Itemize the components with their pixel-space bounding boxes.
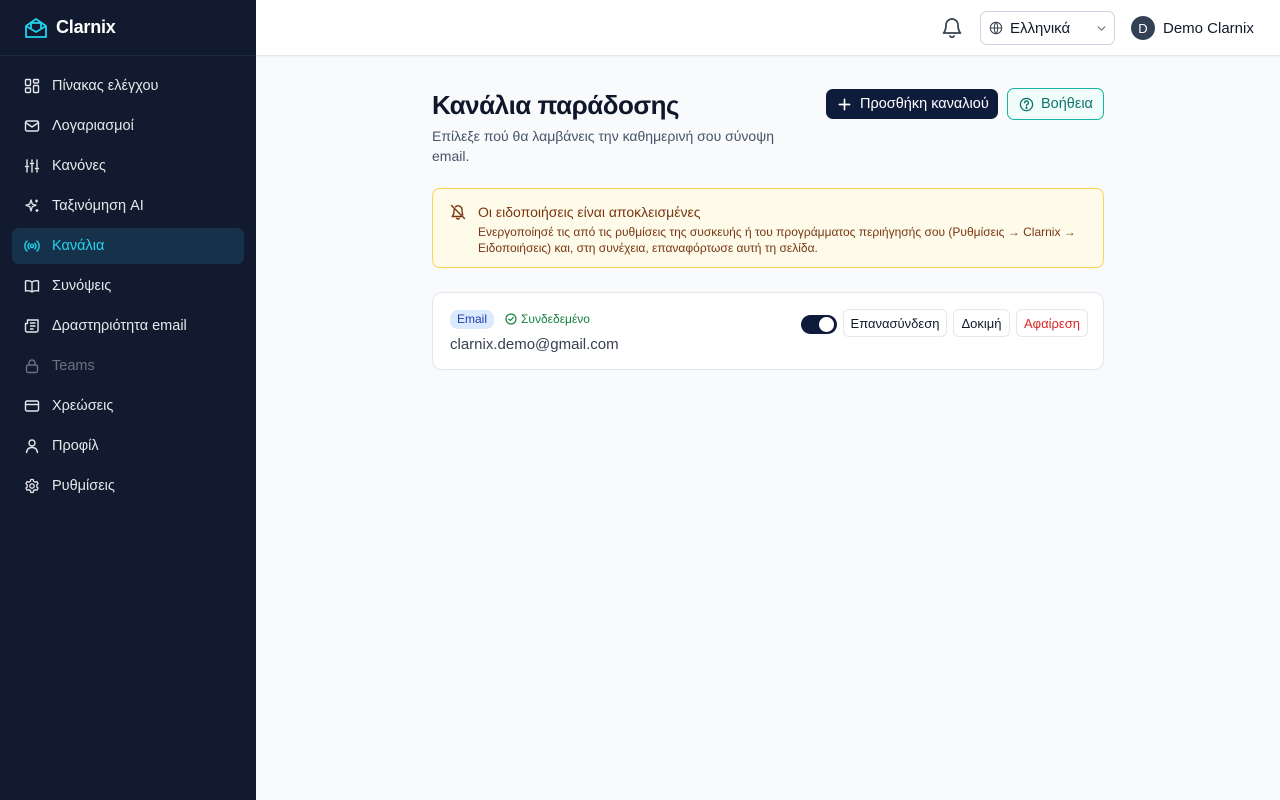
help-button[interactable]: Βοήθεια (1007, 88, 1104, 120)
sidebar-item-dashboard[interactable]: Πίνακας ελέγχου (12, 68, 244, 104)
sidebar: Clarnix Πίνακας ελέγχου Λογαριασμοί Κανό… (0, 0, 256, 800)
reconnect-button[interactable]: Επανασύνδεση (843, 309, 947, 337)
add-channel-button-label: Προσθήκη καναλιού (860, 96, 989, 112)
envelope-logo-icon (25, 17, 47, 38)
status-label: Συνδεδεμένο (521, 312, 590, 326)
channel-card: Email Συνδεδεμένο clarnix.demo@gmail.com… (432, 292, 1104, 370)
sidebar-item-billing[interactable]: Χρεώσεις (12, 388, 244, 424)
sidebar-item-teams[interactable]: Teams (12, 348, 244, 384)
sidebar-item-summaries[interactable]: Συνόψεις (12, 268, 244, 304)
sidebar-item-label: Προφίλ (52, 438, 99, 454)
test-button[interactable]: Δοκιμή (953, 309, 1010, 337)
sidebar-item-label: Δραστηριότητα email (52, 318, 187, 334)
sidebar-item-profile[interactable]: Προφίλ (12, 428, 244, 464)
avatar: D (1131, 16, 1155, 40)
sidebar-item-label: Χρεώσεις (52, 398, 114, 414)
bell-icon[interactable] (940, 16, 964, 40)
brand[interactable]: Clarnix (0, 0, 256, 56)
radio-icon (24, 240, 40, 252)
globe-icon (989, 21, 1003, 35)
user-name: Demo Clarnix (1163, 19, 1254, 37)
plus-icon (838, 98, 851, 110)
alert-title: Οι ειδοποιήσεις είναι αποκλεισμένες (478, 204, 701, 220)
language-select[interactable]: Ελληνικά (980, 11, 1115, 45)
sidebar-item-label: Λογαριασμοί (52, 118, 134, 134)
check-circle-icon (505, 313, 517, 325)
add-channel-button[interactable]: Προσθήκη καναλιού (826, 89, 998, 119)
sidebar-item-email-activity[interactable]: Δραστηριότητα email (12, 308, 244, 344)
sidebar-item-label: Πίνακας ελέγχου (52, 78, 159, 94)
channel-type-badge: Email (450, 310, 495, 329)
help-circle-icon (1019, 97, 1034, 111)
channel-enabled-toggle[interactable] (801, 315, 837, 334)
sidebar-nav: Πίνακας ελέγχου Λογαριασμοί Κανόνες Ταξι… (0, 56, 256, 504)
sidebar-item-rules[interactable]: Κανόνες (12, 148, 244, 184)
mail-icon (24, 120, 40, 132)
sidebar-item-ai-sorting[interactable]: Ταξινόμηση AI (12, 188, 244, 224)
page-subtitle: Επίλεξε πού θα λαμβάνεις την καθημερινή … (432, 128, 774, 164)
language-select-value: Ελληνικά (1010, 19, 1071, 37)
sidebar-item-label: Ρυθμίσεις (52, 478, 115, 494)
chevron-down-icon (1097, 26, 1106, 31)
toggle-knob (819, 317, 834, 332)
brand-name: Clarnix (56, 17, 116, 37)
top-header: Ελληνικά D Demo Clarnix (256, 0, 1280, 56)
sliders-icon (24, 159, 40, 173)
credit-card-icon (24, 400, 40, 412)
notifications-blocked-alert: Οι ειδοποιήσεις είναι αποκλεισμένες Ενερ… (432, 188, 1104, 268)
user-icon (25, 439, 39, 454)
help-button-label: Βοήθεια (1041, 96, 1093, 112)
remove-button[interactable]: Αφαίρεση (1016, 309, 1088, 337)
sparkles-icon (25, 199, 39, 212)
newspaper-icon (24, 319, 39, 333)
sidebar-item-label: Κανάλια (52, 238, 105, 254)
gear-icon (25, 478, 39, 494)
user-menu[interactable]: D Demo Clarnix (1131, 16, 1254, 40)
channel-email-address: clarnix.demo@gmail.com (450, 336, 619, 353)
bell-off-icon (450, 204, 466, 220)
sidebar-item-settings[interactable]: Ρυθμίσεις (12, 468, 244, 504)
sidebar-item-channels[interactable]: Κανάλια (12, 228, 244, 264)
status-badge: Συνδεδεμένο (505, 312, 590, 326)
sidebar-item-label: Κανόνες (52, 158, 106, 174)
sidebar-item-accounts[interactable]: Λογαριασμοί (12, 108, 244, 144)
sidebar-item-label: Συνόψεις (52, 278, 112, 294)
sidebar-item-label: Teams (52, 358, 95, 374)
book-icon (24, 280, 40, 293)
dashboard-icon (24, 78, 40, 94)
sidebar-item-label: Ταξινόμηση AI (52, 198, 144, 214)
alert-text: Ενεργοποίησέ τις από τις ρυθμίσεις της σ… (478, 225, 1076, 255)
page-title: Κανάλια παράδοσης (432, 90, 680, 120)
lock-icon (25, 359, 39, 374)
